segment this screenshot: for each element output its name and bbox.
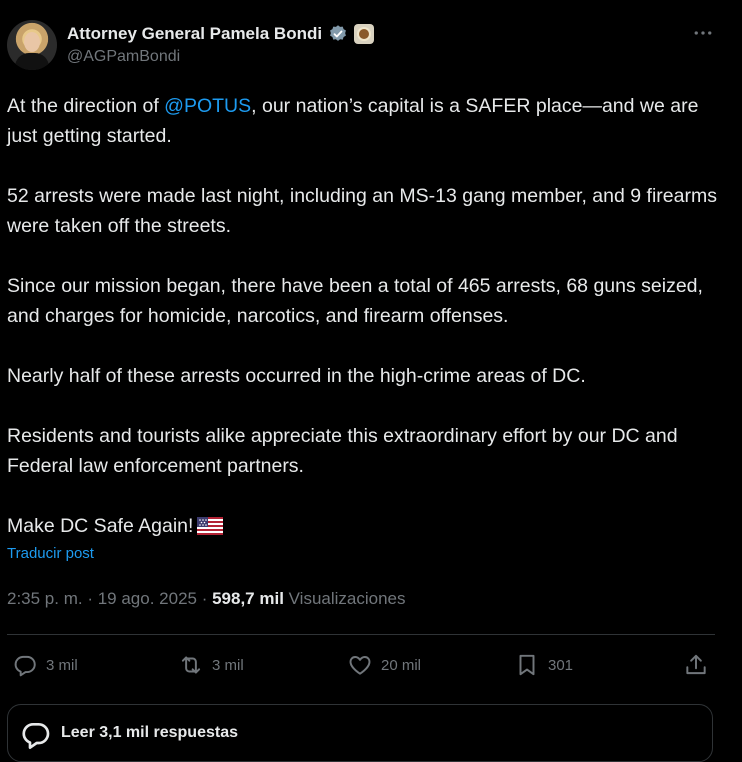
avatar[interactable] xyxy=(7,20,57,70)
meta-separator: · xyxy=(196,589,213,608)
divider xyxy=(7,634,715,635)
more-options-icon[interactable] xyxy=(690,22,716,44)
post-text-segment: Make DC Safe Again! xyxy=(7,515,194,537)
author-name-row: Attorney General Pamela Bondi xyxy=(67,22,375,46)
post-text: At the direction of @POTUS, our nation’s… xyxy=(7,91,719,571)
post-paragraph-3: Since our mission began, there have been… xyxy=(7,275,703,327)
post-text-segment: At the direction of xyxy=(7,95,165,117)
action-bar: 3 mil 3 mil 20 mil 301 xyxy=(0,648,742,682)
author-name[interactable]: Attorney General Pamela Bondi xyxy=(67,24,322,44)
post-meta: 2:35 p. m. · 19 ago. 2025 · 598,7 mil Vi… xyxy=(7,589,406,609)
repost-count: 3 mil xyxy=(212,656,244,674)
bookmark-count: 301 xyxy=(548,656,574,674)
us-flag-icon xyxy=(197,514,224,535)
replies-bubble-icon xyxy=(22,722,50,749)
avatar-body xyxy=(15,53,49,70)
like-button[interactable]: 20 mil xyxy=(347,648,421,682)
like-count: 20 mil xyxy=(381,656,422,674)
views-count: 598,7 mil xyxy=(212,589,284,608)
read-replies-label: Leer 3,1 mil respuestas xyxy=(61,724,238,741)
meta-separator: · xyxy=(82,589,98,608)
share-icon xyxy=(686,654,706,675)
translate-post-link[interactable]: Traducir post xyxy=(7,545,94,562)
verified-badge-icon[interactable] xyxy=(328,24,348,44)
tweet-detail: Attorney General Pamela Bondi @AGPamBond… xyxy=(0,0,742,762)
heart-icon xyxy=(349,656,371,675)
mention-link[interactable]: @POTUS xyxy=(164,95,251,117)
post-paragraph-4: Nearly half of these arrests occurred in… xyxy=(7,365,586,387)
post-paragraph-1: At the direction of @POTUS, our nation’s… xyxy=(7,91,719,151)
post-paragraph-6: Make DC Safe Again! xyxy=(7,511,719,541)
repost-icon xyxy=(181,656,201,674)
post-date[interactable]: 19 ago. 2025 xyxy=(98,589,197,608)
repost-button[interactable]: 3 mil xyxy=(178,648,244,682)
author-handle[interactable]: @AGPamBondi xyxy=(67,48,180,66)
post-paragraph-2: 52 arrests were made last night, includi… xyxy=(7,185,717,237)
post-time[interactable]: 2:35 p. m. xyxy=(7,589,83,608)
bookmark-button[interactable]: 301 xyxy=(514,648,573,682)
share-button[interactable] xyxy=(683,648,709,682)
bookmark-icon xyxy=(519,654,535,676)
views-label: Visualizaciones xyxy=(283,589,406,608)
doj-seal-icon[interactable] xyxy=(354,24,375,44)
post-paragraph-5: Residents and tourists alike appreciate … xyxy=(7,425,678,477)
avatar-face xyxy=(24,32,40,52)
reply-icon xyxy=(14,655,36,677)
read-replies-button[interactable]: Leer 3,1 mil respuestas xyxy=(7,704,713,762)
reply-count: 3 mil xyxy=(46,656,78,674)
reply-button[interactable]: 3 mil xyxy=(12,648,78,682)
